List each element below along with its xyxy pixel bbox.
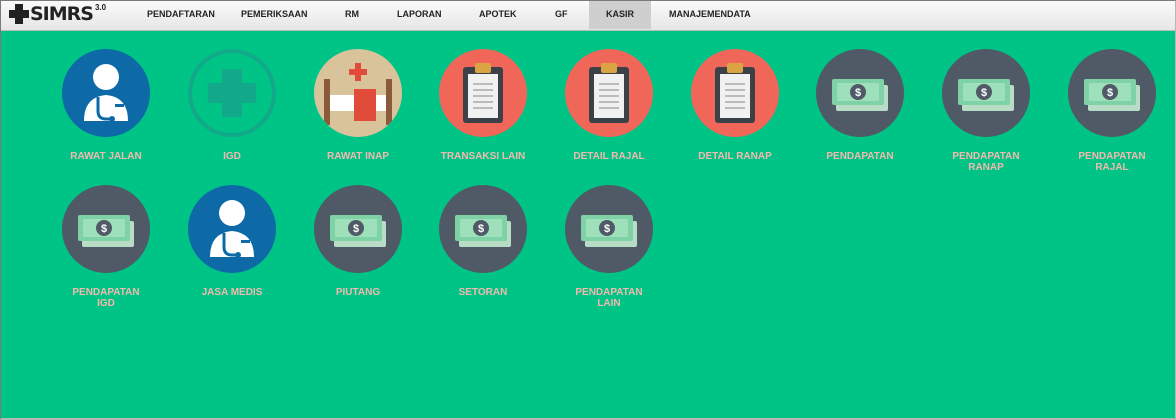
clipboard-icon — [691, 49, 779, 137]
doctor-icon — [188, 185, 276, 273]
medical-cross-logo-icon — [9, 4, 29, 24]
nav-rm[interactable]: RM — [337, 1, 367, 29]
tile-detail-ranap[interactable]: DETAIL RANAP — [680, 49, 790, 162]
svg-text:$: $ — [1107, 87, 1113, 99]
tile-label: TRANSAKSI LAIN — [440, 151, 526, 162]
money-icon: $ — [62, 185, 150, 273]
svg-text:$: $ — [604, 223, 610, 235]
tile-pendapatan-igd[interactable]: $ PENDAPATAN IGD — [51, 185, 161, 309]
logo-text: SIMRS — [30, 3, 94, 25]
tile-label: PENDAPATAN IGD — [72, 287, 140, 309]
app-window: SIMRS 3.0 PENDAFTARAN PEMERIKSAAN RM LAP… — [0, 0, 1176, 420]
tile-label: PENDAPATAN LAIN — [575, 287, 643, 309]
tile-label: PENDAPATAN — [826, 151, 894, 162]
tile-pendapatan-ranap[interactable]: $ PENDAPATAN RANAP — [931, 49, 1041, 173]
svg-text:$: $ — [478, 223, 484, 235]
nav-laporan[interactable]: LAPORAN — [389, 1, 450, 29]
app-logo[interactable]: SIMRS 3.0 — [9, 3, 106, 27]
tile-pendapatan-lain[interactable]: $ PENDAPATAN LAIN — [554, 185, 664, 309]
nav-pendaftaran[interactable]: PENDAFTARAN — [139, 1, 223, 29]
tile-label: PENDAPATAN RANAP — [952, 151, 1020, 173]
logo-version: 3.0 — [94, 3, 107, 12]
nav-gf[interactable]: GF — [547, 1, 576, 29]
tile-label: DETAIL RAJAL — [573, 151, 645, 162]
tile-transaksi-lain[interactable]: TRANSAKSI LAIN — [428, 49, 538, 162]
nav-kasir[interactable]: KASIR — [589, 1, 651, 29]
tile-piutang[interactable]: $ PIUTANG — [303, 185, 413, 298]
tile-label: PIUTANG — [335, 287, 381, 298]
tile-jasa-medis[interactable]: JASA MEDIS — [177, 185, 287, 298]
money-icon: $ — [816, 49, 904, 137]
nav-manajemendata[interactable]: MANAJEMENDATA — [661, 1, 759, 29]
money-icon: $ — [565, 185, 653, 273]
doctor-icon — [62, 49, 150, 137]
clipboard-icon — [565, 49, 653, 137]
money-icon: $ — [1068, 49, 1156, 137]
tile-label: RAWAT INAP — [326, 151, 390, 162]
tile-label: SETORAN — [458, 287, 508, 298]
svg-text:$: $ — [101, 223, 107, 235]
nav-apotek[interactable]: APOTEK — [471, 1, 525, 29]
svg-text:$: $ — [855, 87, 861, 99]
svg-text:$: $ — [981, 87, 987, 99]
svg-text:$: $ — [353, 223, 359, 235]
medical-cross-icon — [188, 49, 276, 137]
tile-detail-rajal[interactable]: DETAIL RAJAL — [554, 49, 664, 162]
tile-pendapatan[interactable]: $ PENDAPATAN — [805, 49, 915, 162]
clipboard-icon — [439, 49, 527, 137]
nav-pemeriksaan[interactable]: PEMERIKSAAN — [233, 1, 316, 29]
tile-label: IGD — [223, 151, 241, 162]
hospital-bed-icon — [314, 49, 402, 137]
tile-setoran[interactable]: $ SETORAN — [428, 185, 538, 298]
tile-label: DETAIL RANAP — [698, 151, 772, 162]
tile-rawat-jalan[interactable]: RAWAT JALAN — [51, 49, 161, 162]
tile-igd[interactable]: IGD — [177, 49, 287, 162]
money-icon: $ — [314, 185, 402, 273]
tile-rawat-inap[interactable]: RAWAT INAP — [303, 49, 413, 162]
tile-pendapatan-rajal[interactable]: $ PENDAPATAN RAJAL — [1057, 49, 1167, 173]
money-icon: $ — [439, 185, 527, 273]
tile-label: JASA MEDIS — [201, 287, 263, 298]
tile-label: PENDAPATAN RAJAL — [1078, 151, 1146, 173]
tile-label: RAWAT JALAN — [70, 151, 142, 162]
top-navbar: SIMRS 3.0 PENDAFTARAN PEMERIKSAAN RM LAP… — [1, 1, 1175, 31]
money-icon: $ — [942, 49, 1030, 137]
